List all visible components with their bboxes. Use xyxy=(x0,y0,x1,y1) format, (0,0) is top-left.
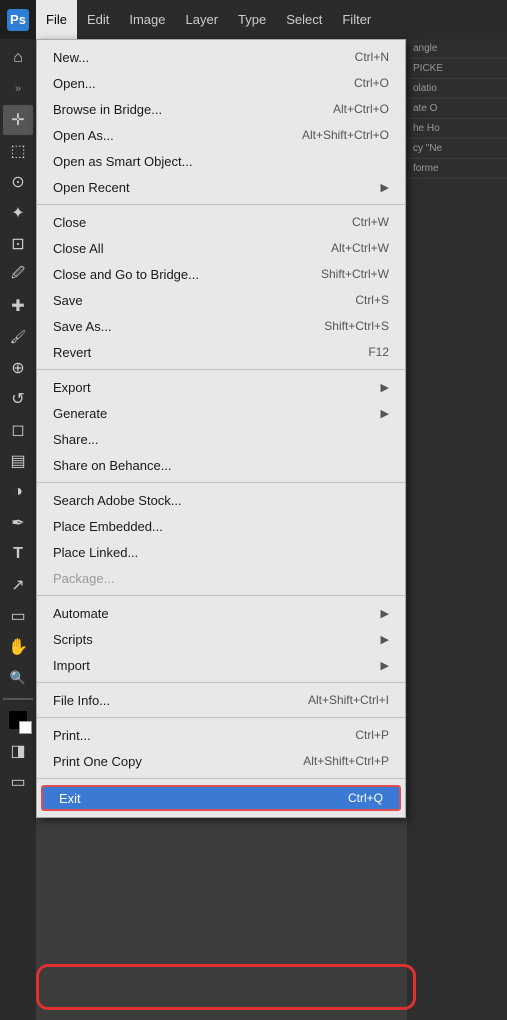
tool-type[interactable]: T xyxy=(3,539,33,569)
tool-foreground-bg[interactable] xyxy=(3,705,33,735)
menu-edit[interactable]: Edit xyxy=(77,0,119,39)
menu-item-revert[interactable]: Revert F12 xyxy=(37,339,405,365)
ps-logo: Ps xyxy=(7,9,29,31)
menu-item-save[interactable]: Save Ctrl+S xyxy=(37,287,405,313)
menu-item-print-one[interactable]: Print One Copy Alt+Shift+Ctrl+P xyxy=(37,748,405,774)
tool-gradient[interactable]: ▤ xyxy=(3,446,33,476)
tool-magic-wand[interactable]: ✦ xyxy=(3,198,33,228)
menu-item-save-as[interactable]: Save As... Shift+Ctrl+S xyxy=(37,313,405,339)
tool-zoom[interactable]: 🔍 xyxy=(3,663,33,693)
menu-item-generate[interactable]: Generate ▶ xyxy=(37,400,405,426)
menu-item-share-behance[interactable]: Share on Behance... xyxy=(37,452,405,478)
tool-move[interactable]: ✛ xyxy=(3,105,33,135)
menu-item-close-bridge[interactable]: Close and Go to Bridge... Shift+Ctrl+W xyxy=(37,261,405,287)
right-panel-text-4: ate O xyxy=(407,99,507,119)
menu-section-7: Print... Ctrl+P Print One Copy Alt+Shift… xyxy=(37,718,405,779)
menubar: Ps File Edit Image Layer Type Select Fil… xyxy=(0,0,507,39)
menu-item-place-linked[interactable]: Place Linked... xyxy=(37,539,405,565)
menu-item-close-all[interactable]: Close All Alt+Ctrl+W xyxy=(37,235,405,261)
menu-section-6: File Info... Alt+Shift+Ctrl+I xyxy=(37,683,405,718)
menu-item-print[interactable]: Print... Ctrl+P xyxy=(37,722,405,748)
menu-layer[interactable]: Layer xyxy=(176,0,229,39)
menu-item-automate[interactable]: Automate ▶ xyxy=(37,600,405,626)
tool-history-brush[interactable]: ↺ xyxy=(3,384,33,414)
tool-eyedropper[interactable]: 🖉 xyxy=(3,260,33,290)
menu-item-open-smart[interactable]: Open as Smart Object... xyxy=(37,148,405,174)
menu-section-2: Close Ctrl+W Close All Alt+Ctrl+W Close … xyxy=(37,205,405,370)
tool-shape[interactable]: ▭ xyxy=(3,601,33,631)
tool-eraser[interactable]: ◻ xyxy=(3,415,33,445)
tool-select-rect[interactable]: ⬚ xyxy=(3,136,33,166)
menu-image[interactable]: Image xyxy=(119,0,175,39)
menu-item-search-stock[interactable]: Search Adobe Stock... xyxy=(37,487,405,513)
menu-section-5: Automate ▶ Scripts ▶ Import ▶ xyxy=(37,596,405,683)
tool-brush[interactable]: 🖌 xyxy=(3,322,33,352)
tool-healing[interactable]: ✚ xyxy=(3,291,33,321)
menu-item-close[interactable]: Close Ctrl+W xyxy=(37,209,405,235)
tool-home[interactable]: ⌂ xyxy=(3,43,33,73)
right-panel-text-1: angle xyxy=(407,39,507,59)
ps-app-icon: Ps xyxy=(0,0,36,39)
tool-hand[interactable]: ✋ xyxy=(3,632,33,662)
menu-item-scripts[interactable]: Scripts ▶ xyxy=(37,626,405,652)
menu-item-exit[interactable]: Exit Ctrl+Q xyxy=(41,785,401,811)
menu-section-8: Exit Ctrl+Q xyxy=(37,779,405,817)
tool-screen-mode[interactable]: ▭ xyxy=(3,767,33,797)
menu-item-open-recent[interactable]: Open Recent ▶ xyxy=(37,174,405,200)
right-panel-text-3: olatio xyxy=(407,79,507,99)
menu-item-share[interactable]: Share... xyxy=(37,426,405,452)
tool-dodge[interactable]: ◑ xyxy=(3,477,33,507)
exit-annotation-circle xyxy=(36,964,416,1010)
menu-item-file-info[interactable]: File Info... Alt+Shift+Ctrl+I xyxy=(37,687,405,713)
right-panel-text-6: cy "Ne xyxy=(407,139,507,159)
menu-filter[interactable]: Filter xyxy=(332,0,381,39)
menu-item-package[interactable]: Package... xyxy=(37,565,405,591)
menu-item-export[interactable]: Export ▶ xyxy=(37,374,405,400)
tool-expand[interactable]: » xyxy=(3,74,33,104)
menu-select[interactable]: Select xyxy=(276,0,332,39)
file-dropdown-menu: New... Ctrl+N Open... Ctrl+O Browse in B… xyxy=(36,39,406,818)
menu-section-3: Export ▶ Generate ▶ Share... Share on Be… xyxy=(37,370,405,483)
menu-item-open[interactable]: Open... Ctrl+O xyxy=(37,70,405,96)
menu-section-1: New... Ctrl+N Open... Ctrl+O Browse in B… xyxy=(37,40,405,205)
toolbar-left: ⌂ » ✛ ⬚ ⊙ ✦ ⊡ 🖉 ✚ 🖌 ⊕ ↺ ◻ ▤ ◑ ✒ T ↗ ▭ ✋ … xyxy=(0,39,36,1020)
menu-item-place-embedded[interactable]: Place Embedded... xyxy=(37,513,405,539)
tool-quick-mask[interactable]: ◨ xyxy=(3,736,33,766)
tool-path-select[interactable]: ↗ xyxy=(3,570,33,600)
menu-type[interactable]: Type xyxy=(228,0,276,39)
right-panel-text-5: he Ho xyxy=(407,119,507,139)
menu-item-open-as[interactable]: Open As... Alt+Shift+Ctrl+O xyxy=(37,122,405,148)
right-panel-text-7: forme xyxy=(407,159,507,179)
menu-file[interactable]: File xyxy=(36,0,77,39)
menu-item-browse-bridge[interactable]: Browse in Bridge... Alt+Ctrl+O xyxy=(37,96,405,122)
tool-pen[interactable]: ✒ xyxy=(3,508,33,538)
menu-item-new[interactable]: New... Ctrl+N xyxy=(37,44,405,70)
menu-item-import[interactable]: Import ▶ xyxy=(37,652,405,678)
menu-section-4: Search Adobe Stock... Place Embedded... … xyxy=(37,483,405,596)
right-panel-text-2: PICKE xyxy=(407,59,507,79)
right-panel: angle PICKE olatio ate O he Ho cy "Ne fo… xyxy=(407,39,507,1020)
tool-stamp[interactable]: ⊕ xyxy=(3,353,33,383)
tool-lasso[interactable]: ⊙ xyxy=(3,167,33,197)
tool-crop[interactable]: ⊡ xyxy=(3,229,33,259)
